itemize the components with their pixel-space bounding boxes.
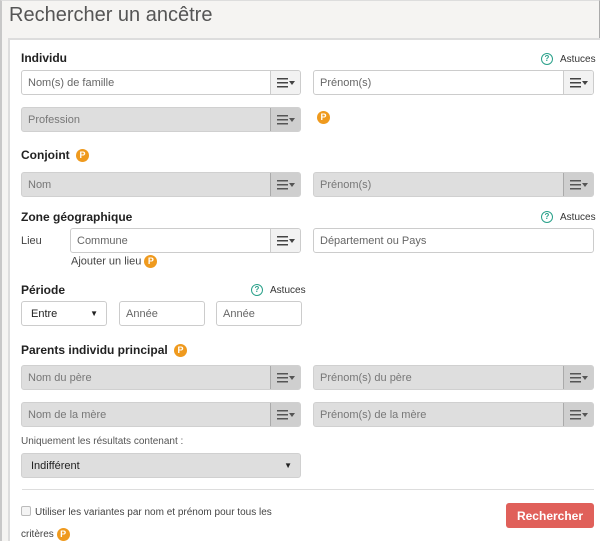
variants-label-line2: critères — [21, 529, 54, 540]
commune-input[interactable] — [71, 229, 270, 252]
conjoint-prenom-input[interactable] — [314, 173, 563, 196]
astuces-link-individu[interactable]: ? Astuces — [541, 53, 596, 65]
mere-prenom-input[interactable] — [314, 403, 563, 426]
divider — [22, 489, 594, 490]
nom-famille-field — [21, 70, 301, 95]
astuces-label: Astuces — [560, 211, 596, 223]
departement-input[interactable] — [314, 229, 593, 252]
caret-down-icon: ▼ — [90, 309, 98, 318]
pere-prenom-field — [313, 365, 594, 390]
prenom-field — [313, 70, 594, 95]
variants-label-line1: Utiliser les variantes par nom et prénom… — [35, 507, 272, 518]
filter-label: Uniquement les résultats contenant : — [21, 436, 184, 447]
help-icon: ? — [251, 284, 263, 296]
help-icon: ? — [541, 211, 553, 223]
premium-badge-icon: P — [144, 255, 158, 268]
nom-famille-menu-button[interactable] — [270, 71, 300, 94]
annee-fin-input[interactable] — [217, 302, 301, 325]
lieu-label: Lieu — [21, 235, 42, 247]
section-title-zone: Zone géographique — [21, 210, 133, 224]
section-title-individu: Individu — [21, 51, 67, 65]
conjoint-prenom-menu-button[interactable] — [563, 173, 593, 196]
mere-nom-input[interactable] — [22, 403, 270, 426]
list-menu-icon — [276, 235, 295, 245]
premium-badge-icon: P — [56, 527, 70, 541]
section-title-conjoint: Conjoint P — [21, 148, 89, 163]
premium-badge-icon: P — [76, 149, 89, 163]
caret-down-icon: ▼ — [284, 461, 292, 470]
astuces-link-zone[interactable]: ? Astuces — [541, 211, 596, 223]
periode-mode-select[interactable]: Entre ▼ — [21, 301, 107, 326]
profession-input[interactable] — [22, 108, 270, 131]
list-menu-icon — [569, 179, 588, 189]
commune-field — [70, 228, 301, 253]
astuces-label: Astuces — [560, 53, 596, 65]
conjoint-nom-input[interactable] — [22, 173, 270, 196]
pere-prenom-input[interactable] — [314, 366, 563, 389]
variants-checkbox[interactable] — [21, 506, 31, 516]
prenom-input[interactable] — [314, 71, 563, 94]
parents-title-text: Parents individu principal — [21, 343, 168, 357]
section-title-periode: Période — [21, 283, 66, 297]
list-menu-icon — [276, 409, 295, 419]
departement-field — [313, 228, 594, 253]
annee-debut-input[interactable] — [120, 302, 204, 325]
conjoint-nom-field — [21, 172, 301, 197]
help-icon: ? — [541, 53, 553, 65]
search-form-panel: Individu ? Astuces P Conjoint — [8, 38, 600, 541]
list-menu-icon — [276, 179, 295, 189]
pere-nom-field — [21, 365, 301, 390]
mere-nom-menu-button[interactable] — [270, 403, 300, 426]
pere-nom-input[interactable] — [22, 366, 270, 389]
filter-select[interactable]: Indifférent ▼ — [21, 453, 301, 478]
list-menu-icon — [569, 409, 588, 419]
astuces-label: Astuces — [270, 284, 306, 296]
mere-prenom-field — [313, 402, 594, 427]
conjoint-nom-menu-button[interactable] — [270, 173, 300, 196]
mere-nom-field — [21, 402, 301, 427]
mere-prenom-menu-button[interactable] — [563, 403, 593, 426]
list-menu-icon — [276, 372, 295, 382]
profession-menu-button[interactable] — [270, 108, 300, 131]
conjoint-title-text: Conjoint — [21, 148, 70, 162]
periode-mode-value: Entre — [31, 307, 58, 320]
variants-option: Utiliser les variantes par nom et prénom… — [21, 502, 281, 541]
page-title: Rechercher un ancêtre — [9, 4, 213, 26]
annee-debut-field — [119, 301, 205, 326]
pere-prenom-menu-button[interactable] — [563, 366, 593, 389]
search-button[interactable]: Rechercher — [506, 503, 594, 528]
prenom-menu-button[interactable] — [563, 71, 593, 94]
commune-menu-button[interactable] — [270, 229, 300, 252]
list-menu-icon — [276, 77, 295, 87]
astuces-link-periode[interactable]: ? Astuces — [251, 284, 306, 296]
search-window: Rechercher un ancêtre Individu ? Astuces — [0, 0, 600, 541]
list-menu-icon — [569, 372, 588, 382]
nom-famille-input[interactable] — [22, 71, 270, 94]
premium-badge-icon: P — [174, 344, 188, 358]
add-place-link[interactable]: Ajouter un lieu P — [71, 255, 158, 268]
list-menu-icon — [276, 114, 295, 124]
pere-nom-menu-button[interactable] — [270, 366, 300, 389]
annee-fin-field — [216, 301, 302, 326]
conjoint-prenom-field — [313, 172, 594, 197]
filter-value: Indifférent — [31, 459, 80, 472]
section-title-parents: Parents individu principal P — [21, 343, 188, 358]
list-menu-icon — [569, 77, 588, 87]
premium-badge-icon: P — [317, 111, 330, 124]
add-place-text: Ajouter un lieu — [71, 255, 142, 268]
profession-field — [21, 107, 301, 132]
